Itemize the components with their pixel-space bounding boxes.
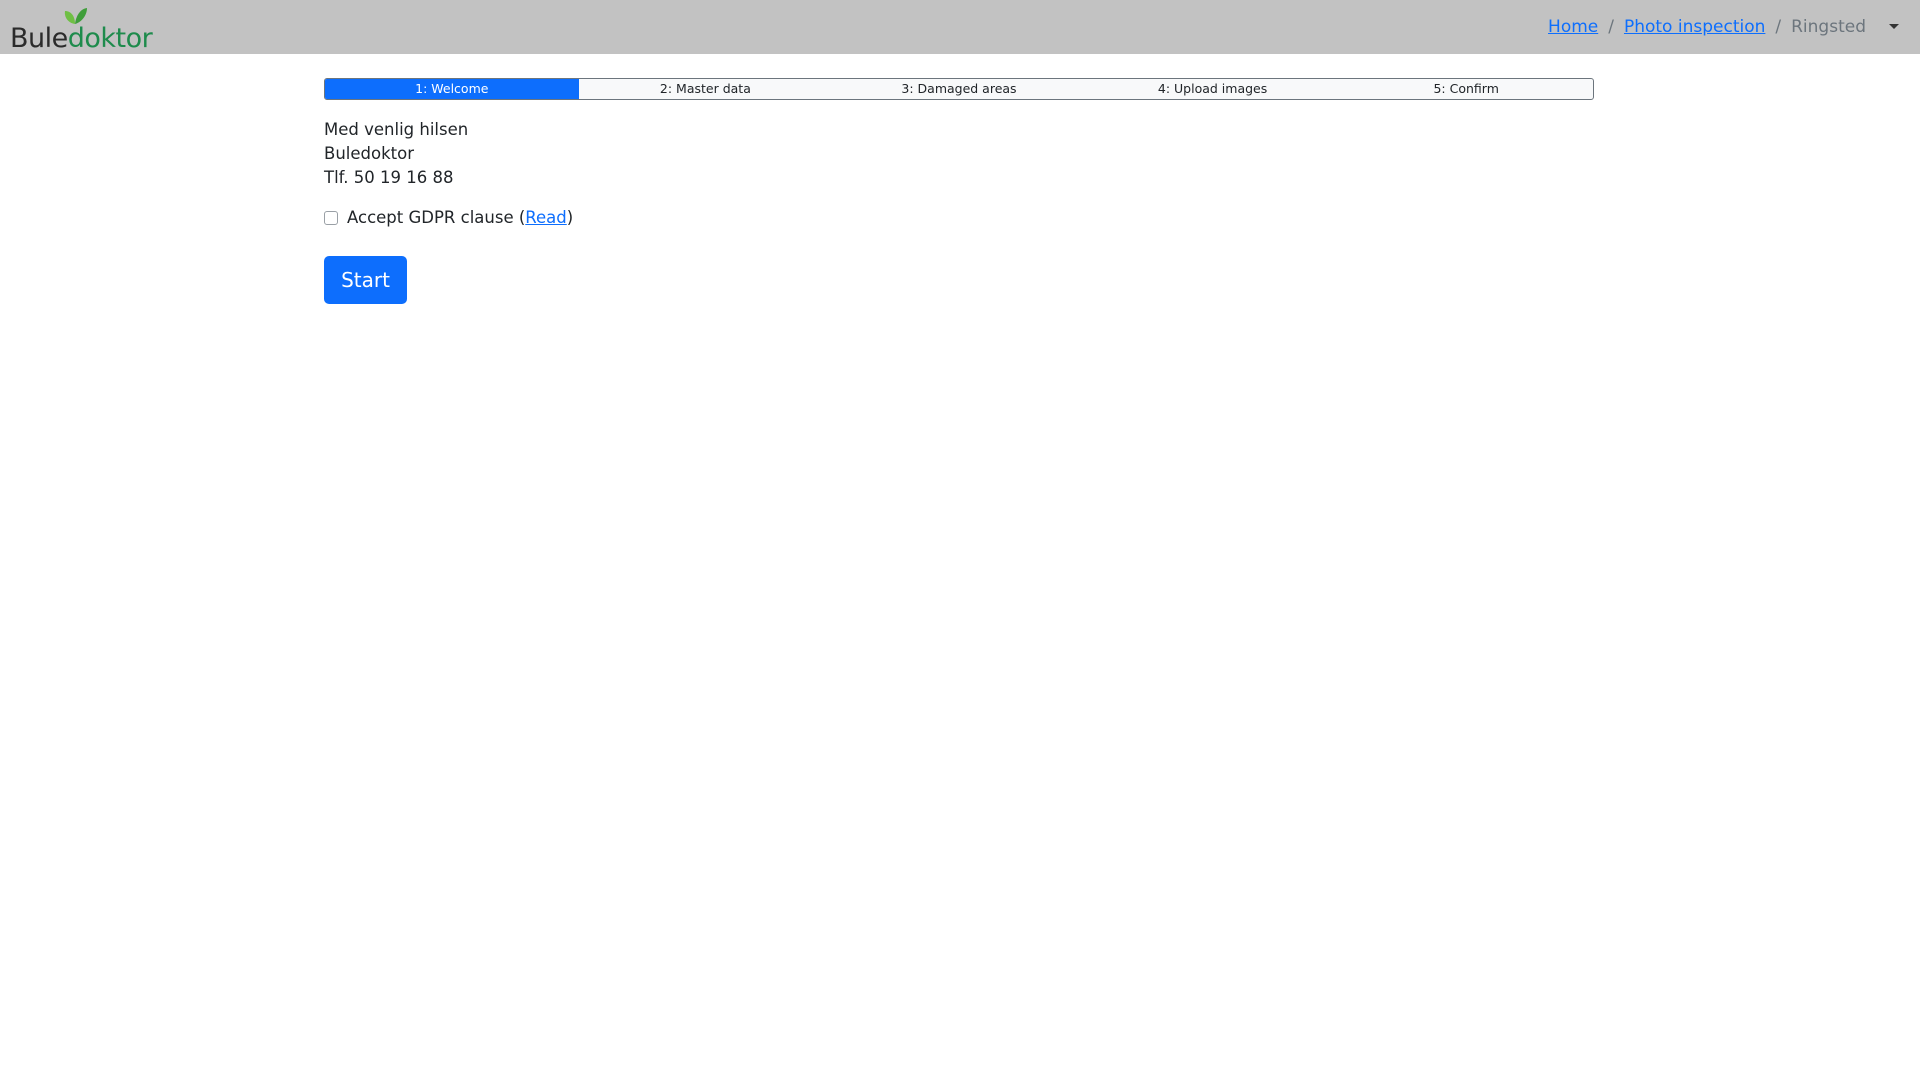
gdpr-label-suffix: )	[566, 208, 574, 227]
top-navbar: Buledoktor Home / Photo inspection / Rin…	[0, 0, 1920, 54]
breadcrumb: Home / Photo inspection / Ringsted	[1548, 16, 1866, 38]
step-upload-images[interactable]: 4: Upload images	[1086, 79, 1340, 99]
gdpr-label: Accept GDPR clause (	[347, 208, 526, 227]
breadcrumb-separator: /	[1775, 17, 1782, 37]
phone-line: Tlf. 50 19 16 88	[324, 168, 454, 187]
gdpr-read-link[interactable]: Read	[525, 206, 566, 230]
start-button[interactable]: Start	[324, 256, 407, 304]
logo-text: Buledoktor	[10, 23, 153, 54]
step-master-data[interactable]: 2: Master data	[579, 79, 833, 99]
wizard-progress-steps: 1: Welcome 2: Master data 3: Damaged are…	[324, 78, 1594, 100]
buledoktor-logo[interactable]: Buledoktor	[10, 4, 153, 54]
breadcrumb-separator: /	[1608, 17, 1614, 37]
gdpr-consent: Accept GDPR clause (Read)	[324, 206, 573, 230]
breadcrumb-photo-inspection-link[interactable]: Photo inspection	[1624, 16, 1765, 38]
welcome-text: Med venlig hilsen Buledoktor Tlf. 50 19 …	[324, 118, 468, 190]
breadcrumb-home-link[interactable]: Home	[1548, 16, 1598, 38]
greeting-line: Med venlig hilsen	[324, 120, 469, 139]
caret-down-icon[interactable]	[1886, 19, 1902, 35]
step-damaged-areas[interactable]: 3: Damaged areas	[832, 79, 1086, 99]
company-name-line: Buledoktor	[324, 144, 414, 163]
step-welcome[interactable]: 1: Welcome	[325, 79, 579, 99]
breadcrumb-current: Ringsted	[1791, 17, 1866, 37]
gdpr-checkbox[interactable]	[324, 211, 338, 225]
step-confirm[interactable]: 5: Confirm	[1339, 79, 1593, 99]
